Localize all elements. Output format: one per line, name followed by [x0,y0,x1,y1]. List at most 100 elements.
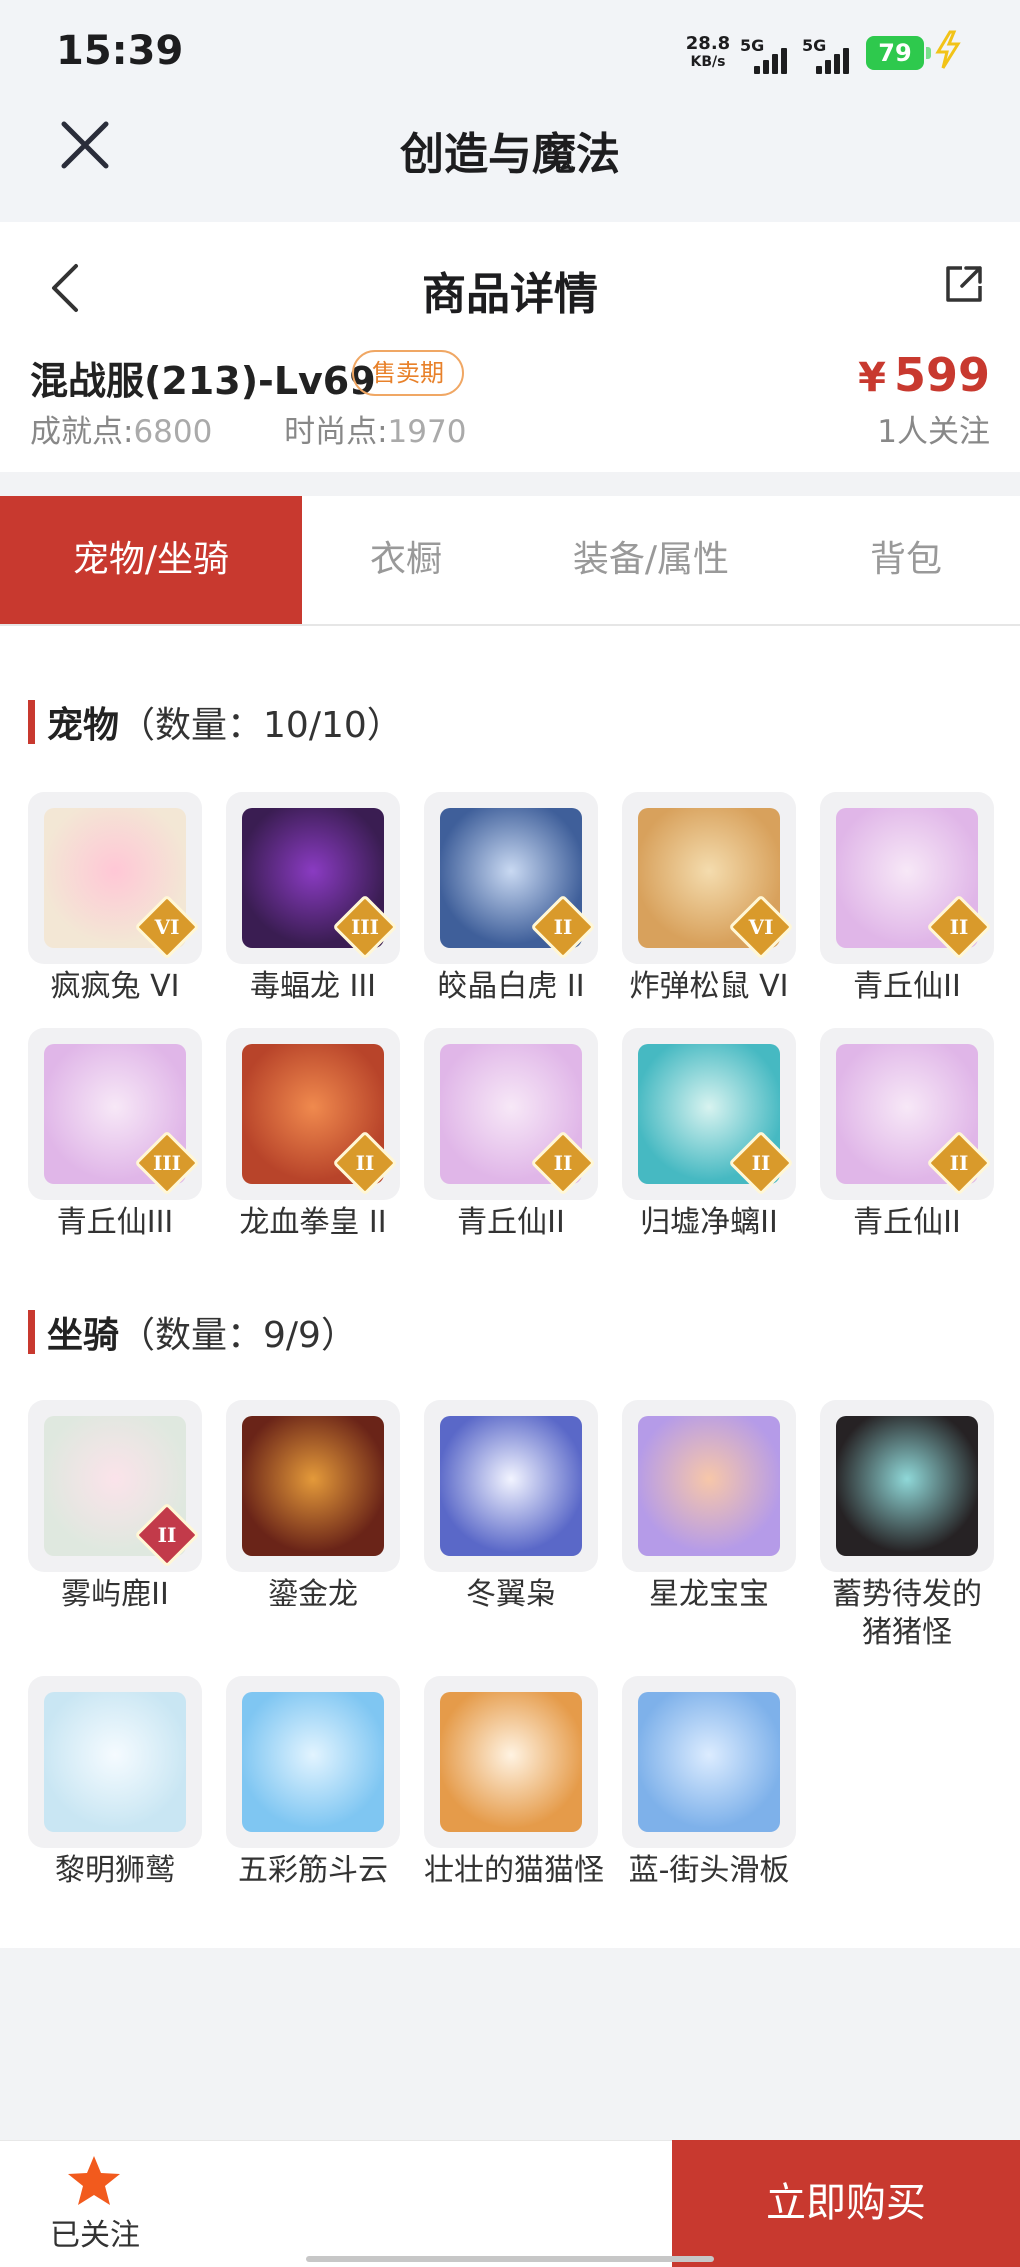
item-name: 毒蝠龙 III [249,969,377,1004]
pets-title: 宠物 [47,705,120,746]
signal-2-label: 5G [802,36,827,55]
item-tile: II [820,792,994,964]
item-tile: II [424,792,598,964]
level-badge-label: III [350,915,380,939]
item-tile: II [226,1028,400,1200]
item-name: 炸弹松鼠 VI [629,969,789,1004]
item-tile [622,1400,796,1572]
level-badge-label: VI [154,915,180,939]
item-tile: II [820,1028,994,1200]
net-speed-value: 28.8 [685,33,731,54]
pet-item[interactable]: II 归墟净螭II [622,1028,796,1242]
item-tile [424,1400,598,1572]
star-icon[interactable] [66,2154,122,2208]
home-indicator [306,2256,714,2262]
item-name: 青丘仙II [853,969,961,1004]
section-marker [28,1310,35,1354]
skateboard-icon [638,1692,780,1832]
baby-dragon-icon [638,1416,780,1556]
follow-label[interactable]: 已关注 [30,2210,160,2254]
pets-count: （数量：10/10） [119,705,403,746]
signal-icon: 5G [802,36,850,74]
cloud-icon [242,1692,384,1832]
item-name: 青丘仙II [457,1205,565,1240]
net-speed-unit: KB/s [690,54,726,70]
tab-bar: 宠物/坐骑 衣橱 装备/属性 背包 [0,496,1020,626]
mount-item[interactable]: II 雾屿鹿II [28,1400,202,1614]
pet-item[interactable]: II 龙血拳皇 II [226,1028,400,1242]
tab-bag[interactable]: 背包 [792,496,1020,624]
item-tile [622,1676,796,1848]
mount-item[interactable]: 鎏金龙 [226,1400,400,1614]
pet-item[interactable]: VI 炸弹松鼠 VI [622,792,796,1006]
item-name: 蓄势待发的猪猪怪 [832,1577,982,1650]
level-badge-label: II [355,1151,375,1175]
item-name: 雾屿鹿II [61,1577,169,1612]
item-tile [226,1676,400,1848]
mount-item[interactable]: 蓄势待发的猪猪怪 [820,1400,994,1652]
tab-equipment[interactable]: 装备/属性 [510,496,792,624]
signal-icon: 5G [740,36,788,74]
pets-section-title: 宠物 （数量：10/10） [28,700,403,746]
cat-icon [440,1692,582,1832]
item-name: 青丘仙II [853,1205,961,1240]
griffin-icon [44,1692,186,1832]
item-name: 疯疯兔 VI [50,969,180,1004]
owl-icon [440,1416,582,1556]
mounts-section-title: 坐骑 （数量：9/9） [28,1310,357,1356]
item-tile: III [28,1028,202,1200]
mount-item[interactable]: 星龙宝宝 [622,1400,796,1614]
item-tile [226,1400,400,1572]
mount-item[interactable]: 五彩筋斗云 [226,1676,400,1890]
share-icon[interactable] [942,262,986,306]
buy-now-button[interactable]: 立即购买 [672,2140,1020,2267]
item-name: 黎明狮鹫 [55,1853,175,1888]
item-name: 鎏金龙 [268,1577,358,1612]
item-tile [820,1400,994,1572]
item-name: 归墟净螭II [640,1205,778,1240]
item-name: 皎晶白虎 II [437,969,585,1004]
achievement-label: 成就点: [30,414,134,450]
status-badge: 售卖期 [352,350,464,396]
item-name: 星龙宝宝 [649,1577,769,1612]
section-marker [28,700,35,744]
level-badge-label: VI [748,915,774,939]
item-name: 冬翼枭 [466,1577,556,1612]
pet-item[interactable]: II 青丘仙II [820,1028,994,1242]
follower-count: 1人关注 [877,414,990,450]
pet-item[interactable]: VI 疯疯兔 VI [28,792,202,1006]
mount-item[interactable]: 壮壮的猫猫怪 [424,1676,604,1890]
level-badge-label: III [152,1151,182,1175]
level-badge-label: II [751,1151,771,1175]
mount-item[interactable]: 冬翼枭 [424,1400,598,1614]
charging-icon [935,30,961,69]
golden-dragon-icon [242,1416,384,1556]
net-speed: 28.8 KB/s [682,34,734,72]
mounts-title: 坐骑 [47,1315,120,1356]
pet-item[interactable]: III 毒蝠龙 III [226,792,400,1006]
pet-item[interactable]: II 青丘仙II [424,1028,598,1242]
level-badge-label: II [553,915,573,939]
tab-pets-mounts[interactable]: 宠物/坐骑 [0,496,302,624]
mount-item[interactable]: 黎明狮鹫 [28,1676,202,1890]
fashion-label: 时尚点: [284,414,388,450]
price: ¥599 [858,348,990,402]
mounts-count: （数量：9/9） [119,1315,357,1356]
signal-1-label: 5G [740,36,765,55]
item-tile: VI [28,792,202,964]
pet-item[interactable]: II 青丘仙II [820,792,994,1006]
item-name: 壮壮的猫猫怪 [424,1853,604,1888]
app-title: 创造与魔法 [400,129,620,180]
status-time: 15:39 [56,28,184,74]
item-tile: III [226,792,400,964]
pet-item[interactable]: II 皎晶白虎 II [424,792,598,1006]
level-badge-label: II [157,1523,177,1547]
tab-wardrobe[interactable]: 衣橱 [302,496,510,624]
pig-icon [836,1416,978,1556]
inventory-content: 宠物 （数量：10/10） 坐骑 （数量：9/9） VI 疯疯兔 VI III 毒蝠龙 I… [0,626,1020,1948]
pet-item[interactable]: III 青丘仙III [28,1028,202,1242]
price-currency: ¥ [858,355,886,401]
mount-item[interactable]: 蓝-街头滑板 [622,1676,796,1890]
item-tile: II [424,1028,598,1200]
battery-icon: 79 [866,36,931,70]
